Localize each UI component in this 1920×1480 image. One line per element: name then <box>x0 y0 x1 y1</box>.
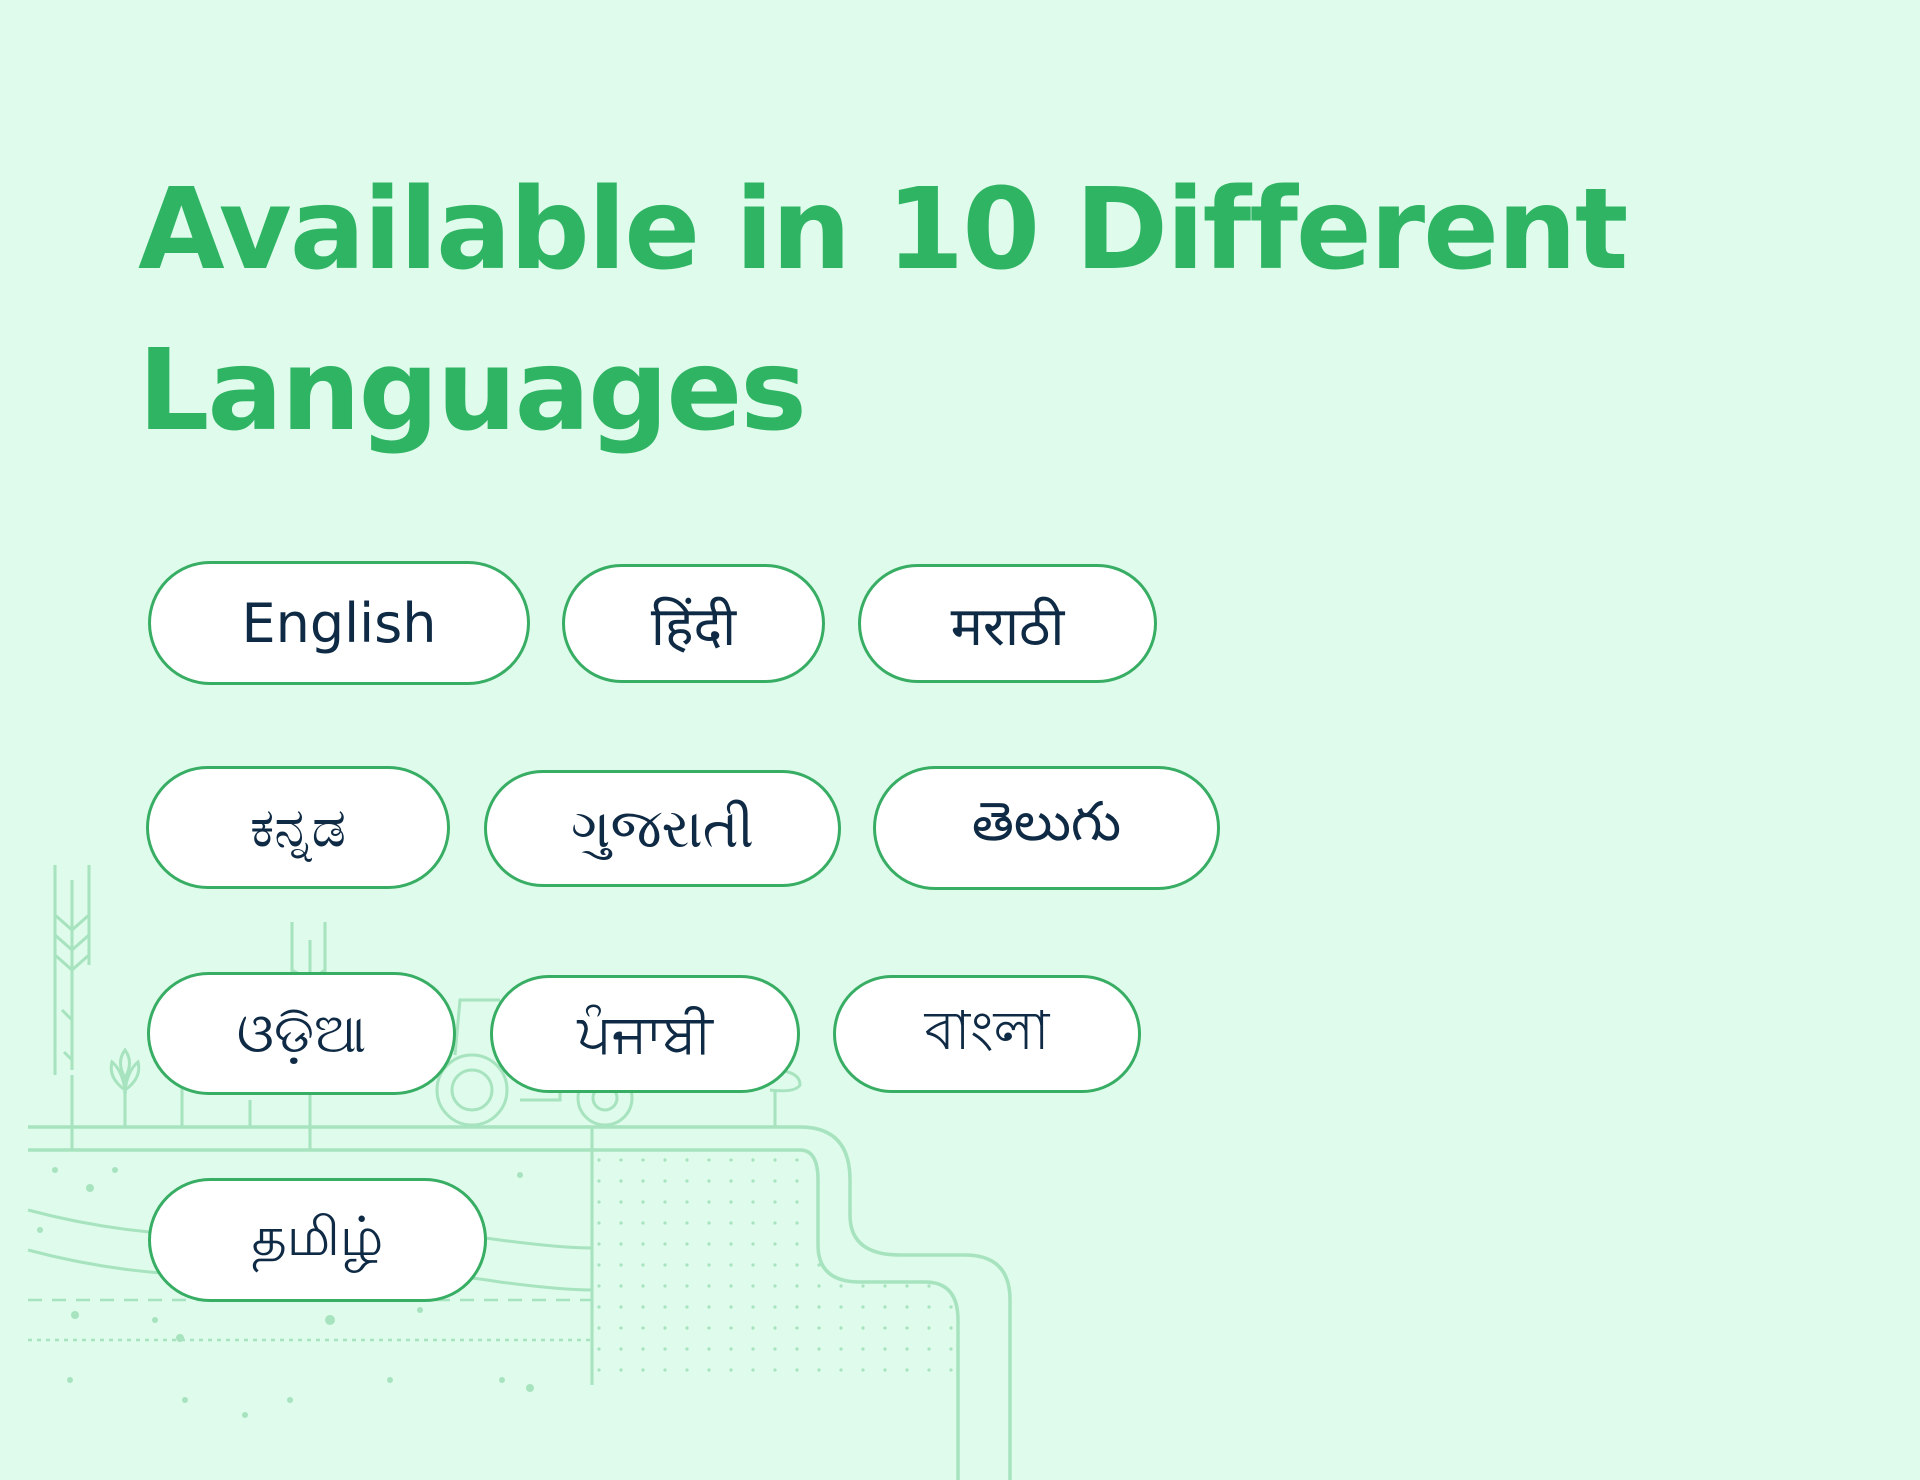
language-option-telugu[interactable]: తెలుగు <box>873 766 1220 890</box>
illustration-lines <box>27 865 1012 1480</box>
sprout-icon <box>109 1047 141 1128</box>
language-option-bangla[interactable]: বাংলা <box>833 975 1141 1093</box>
language-label: বাংলা <box>924 999 1050 1062</box>
language-option-punjabi[interactable]: ਪੰਜਾਬੀ <box>490 975 800 1093</box>
wheat-icon <box>53 865 91 1075</box>
language-option-hindi[interactable]: हिंदी <box>562 564 825 683</box>
field-dot-pattern <box>592 1152 958 1385</box>
language-label: ଓଡ଼ିଆ <box>236 1001 367 1065</box>
language-label: தமிழ் <box>251 1204 384 1268</box>
page-title-line1: Available in 10 Different <box>138 165 1628 295</box>
page-title: Available in 10 Different Languages <box>138 150 1638 472</box>
language-label: తెలుగు <box>971 789 1122 853</box>
language-option-kannada[interactable]: ಕನ್ನಡ <box>146 766 450 889</box>
language-label: ગુજરાતી <box>571 796 754 860</box>
language-label: हिंदी <box>650 594 737 658</box>
language-label: ಕನ್ನಡ <box>249 795 346 859</box>
language-label: मराठी <box>950 594 1065 658</box>
language-label: ਪੰਜਾਬੀ <box>577 1002 713 1065</box>
language-option-gujarati[interactable]: ગુજરાતી <box>484 770 841 887</box>
page-title-line2: Languages <box>138 326 807 456</box>
language-option-odia[interactable]: ଓଡ଼ିଆ <box>147 972 456 1095</box>
language-option-english[interactable]: English <box>148 561 530 685</box>
language-label: English <box>241 591 437 655</box>
language-option-tamil[interactable]: தமிழ் <box>148 1178 487 1302</box>
language-option-marathi[interactable]: मराठी <box>858 564 1157 683</box>
